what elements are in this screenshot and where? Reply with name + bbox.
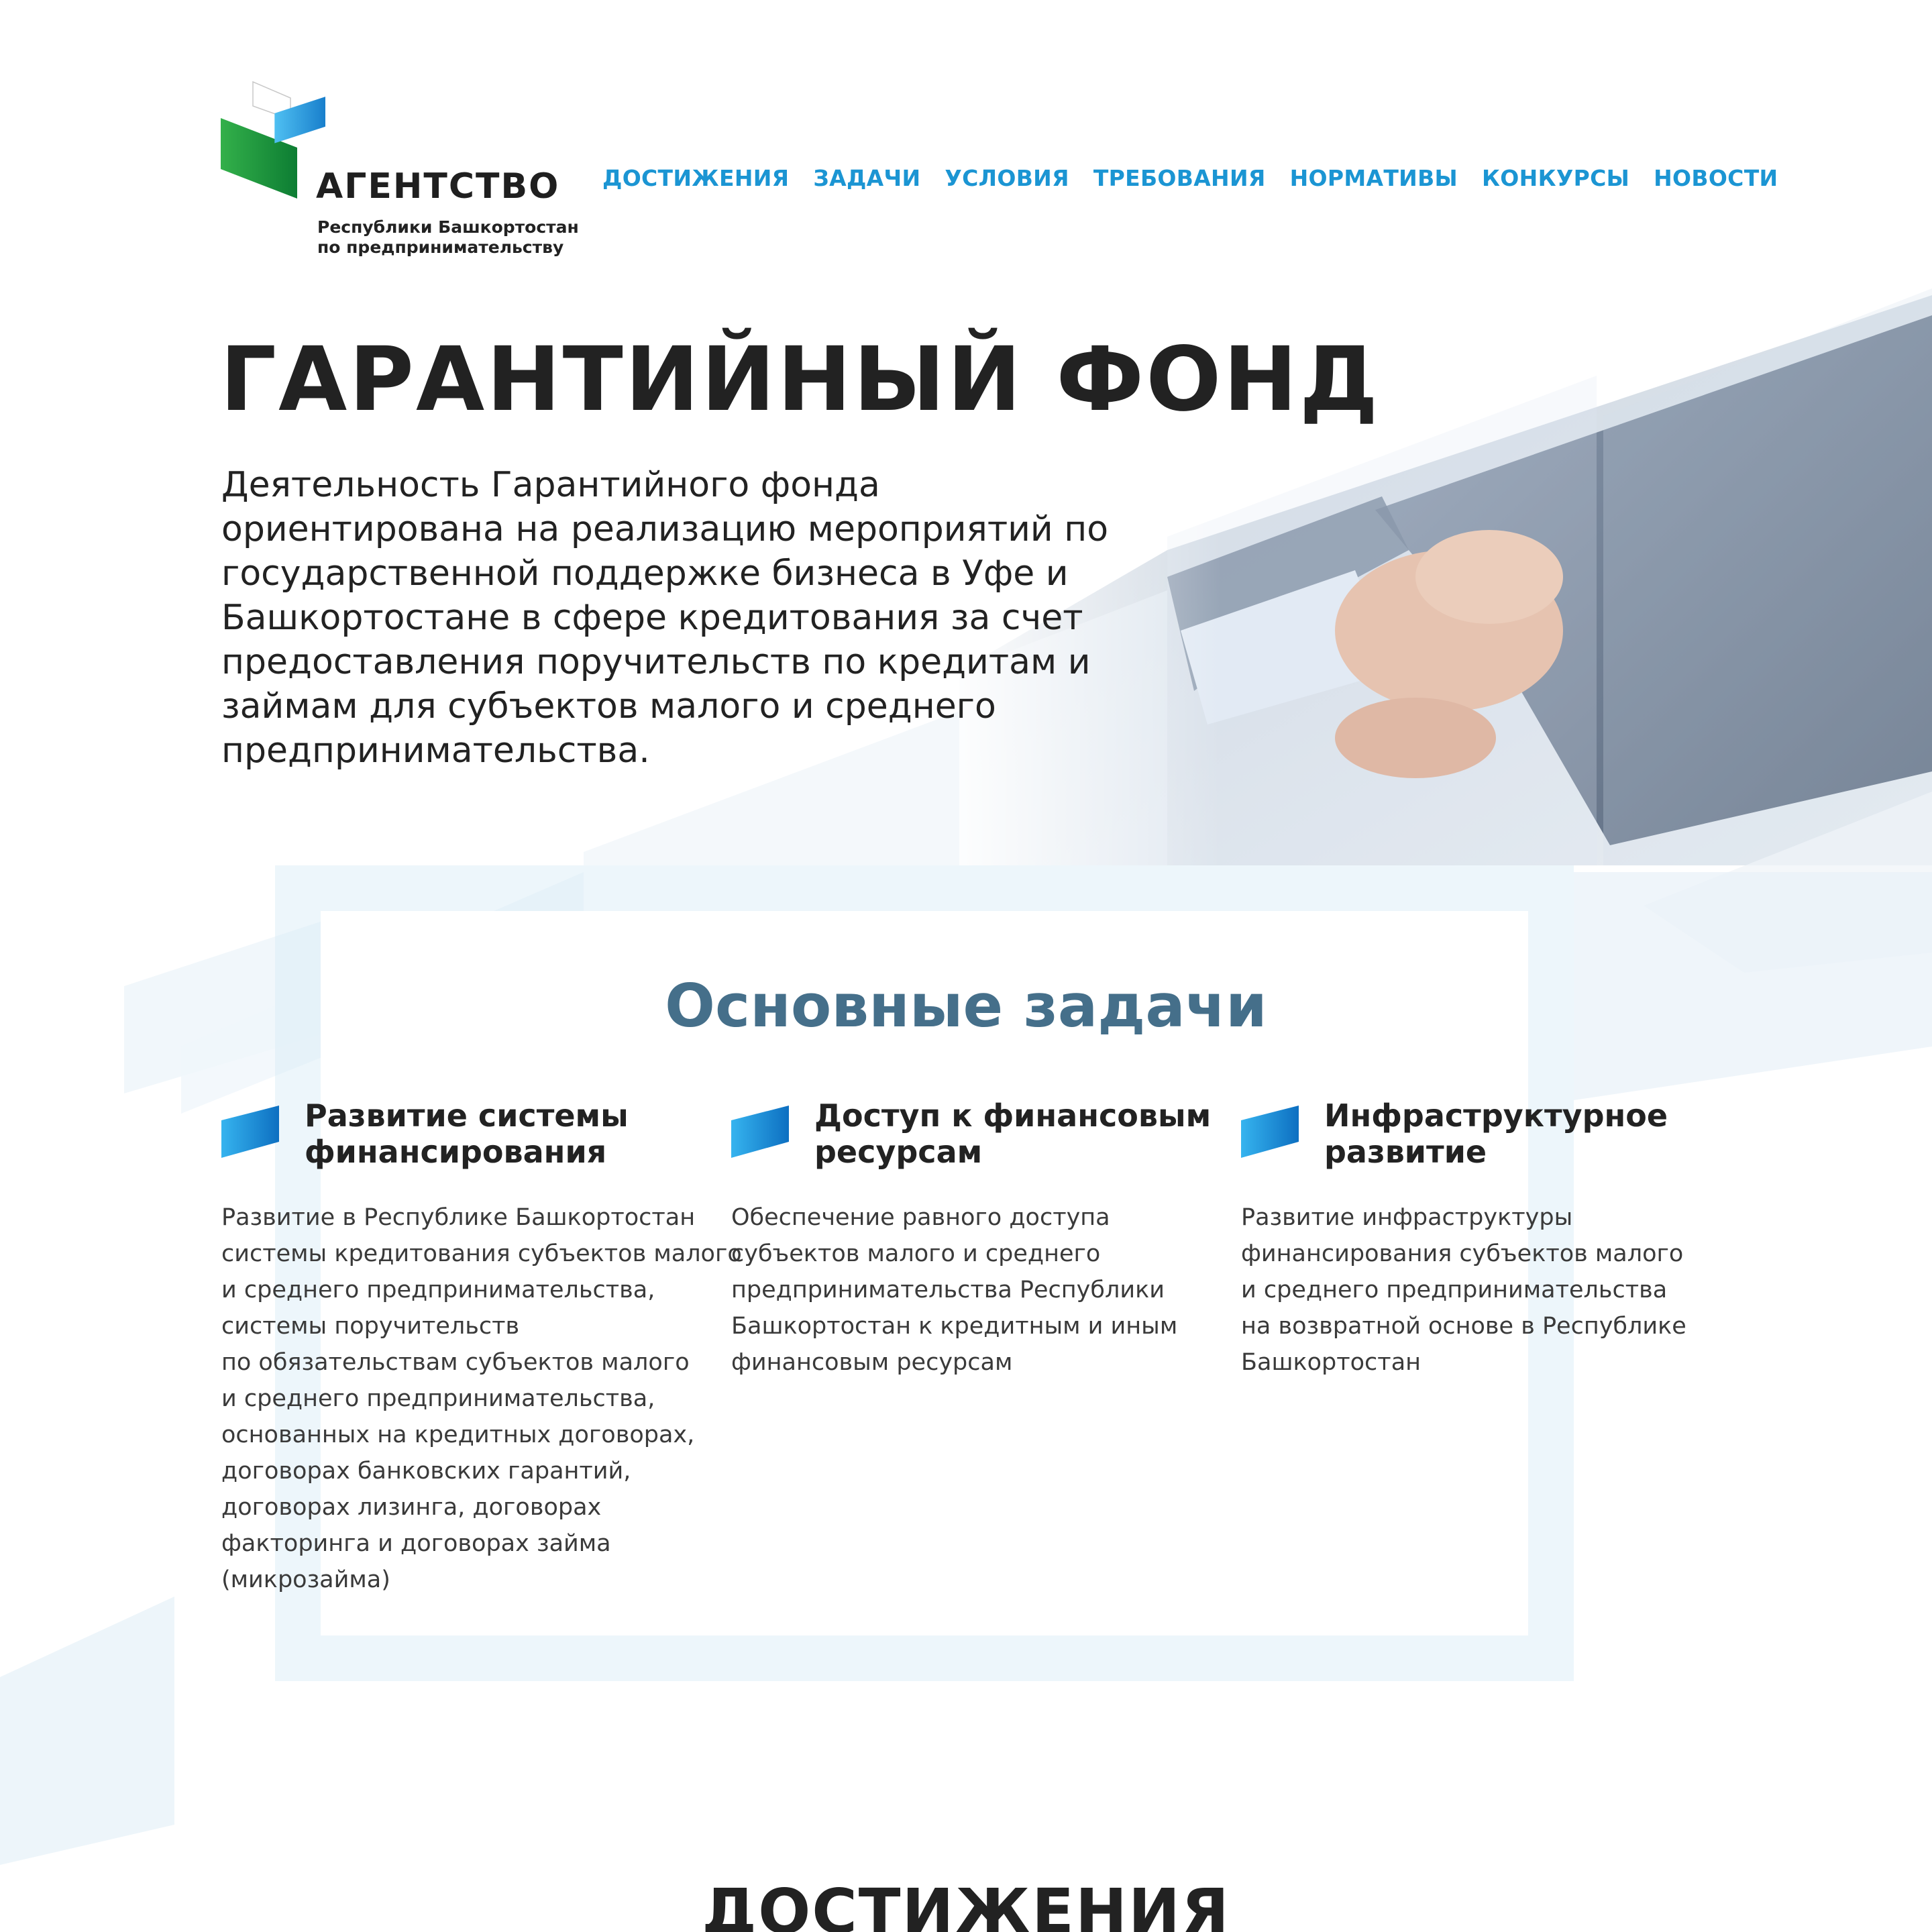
task-title-line: финансирования [305,1134,607,1170]
task-desc-line: Обеспечение равного доступа [731,1204,1110,1231]
logo-subtitle-line2: по предпринимательству [317,237,564,257]
hero-text-line: предоставления поручительств по кредитам… [221,642,1091,682]
task-title-line: развитие [1324,1134,1487,1170]
main-nav: ДОСТИЖЕНИЯ ЗАДАЧИ УСЛОВИЯ ТРЕБОВАНИЯ НОР… [602,165,1778,191]
task-desc-line: и среднего предпринимательства, [221,1385,655,1412]
nav-item-requirements[interactable]: ТРЕБОВАНИЯ [1093,165,1266,191]
page: АГЕНТСТВО Республики Башкортостан по пре… [0,0,1932,1932]
task-desc-line: (микрозайма) [221,1566,390,1593]
hero-text-line: ориентирована на реализацию мероприятий … [221,509,1109,549]
task-desc-line: и среднего предпринимательства, [221,1277,655,1303]
task-title-line: Инфраструктурное [1324,1097,1668,1134]
task-desc-line: договорах лизинга, договорах [221,1494,602,1521]
logo-title: АГЕНТСТВО [316,166,560,207]
hero-text-line: займам для субъектов малого и среднего [221,686,996,727]
task-desc-line: предпринимательства Республики [731,1277,1165,1303]
logo-mark-icon [221,80,325,199]
slab-icon [221,1106,279,1158]
nav-item-tasks[interactable]: ЗАДАЧИ [813,165,920,191]
task-desc-line: Развитие в Республике Башкортостан [221,1204,696,1231]
task-desc-line: системы кредитования субъектов малого [221,1240,742,1267]
task-desc-line: Развитие инфраструктуры [1241,1204,1573,1231]
task-title-line: Развитие системы [305,1097,629,1134]
task-desc-line: факторинга и договорах займа [221,1530,611,1557]
task-desc-line: на возвратной основе в Республике [1241,1313,1686,1340]
nav-item-achievements[interactable]: ДОСТИЖЕНИЯ [602,165,789,191]
task-title-line: Доступ к финансовым [814,1097,1212,1134]
task-desc-line: финансовым ресурсам [731,1349,1013,1376]
task-desc-line: системы поручительств [221,1313,520,1340]
task-desc-line: Башкортостан к кредитным и иным [731,1313,1178,1340]
task-desc-line: Башкортостан [1241,1349,1421,1376]
task-description: Развитие в Республике Башкортостан систе… [221,1199,742,1598]
nav-item-news[interactable]: НОВОСТИ [1654,165,1778,191]
slab-icon [1241,1106,1299,1158]
task-title-line: ресурсам [814,1134,983,1170]
nav-item-regulations[interactable]: НОРМАТИВЫ [1290,165,1458,191]
task-title: Развитие системы финансирования [305,1097,629,1170]
nav-item-contests[interactable]: КОНКУРСЫ [1482,165,1629,191]
task-description: Обеспечение равного доступа субъектов ма… [731,1199,1177,1381]
task-title: Инфраструктурное развитие [1324,1097,1668,1170]
slab-icon [731,1106,789,1158]
task-desc-line: и среднего предпринимательства [1241,1277,1668,1303]
task-desc-line: субъектов малого и среднего [731,1240,1101,1267]
task-title: Доступ к финансовым ресурсам [814,1097,1211,1170]
task-description: Развитие инфраструктуры финансирования с… [1241,1199,1686,1381]
agency-logo[interactable]: АГЕНТСТВО Республики Башкортостан по пре… [218,79,580,267]
task-desc-line: по обязательствам субъектов малого [221,1349,690,1376]
nav-item-conditions[interactable]: УСЛОВИЯ [945,165,1069,191]
task-desc-line: основанных на кредитных договорах, [221,1421,695,1448]
section-title-achievements: ДОСТИЖЕНИЯ [702,1876,1230,1932]
task-desc-line: договорах банковских гарантий, [221,1458,631,1485]
page-title: ГАРАНТИЙНЫЙ ФОНД [220,328,1381,431]
hero-text-line: Башкортостане в сфере кредитования за сч… [221,598,1083,638]
section-title-tasks: Основные задачи [665,971,1267,1040]
hero-text-line: государственной поддержке бизнеса в Уфе … [221,553,1069,594]
hero-description: Деятельность Гарантийного фонда ориентир… [221,463,1161,773]
task-desc-line: финансирования субъектов малого [1241,1240,1684,1267]
hero-text-line: предпринимательства. [221,731,650,771]
hero-text-line: Деятельность Гарантийного фонда [221,465,880,505]
logo-subtitle-line1: Республики Башкортостан [317,217,579,237]
